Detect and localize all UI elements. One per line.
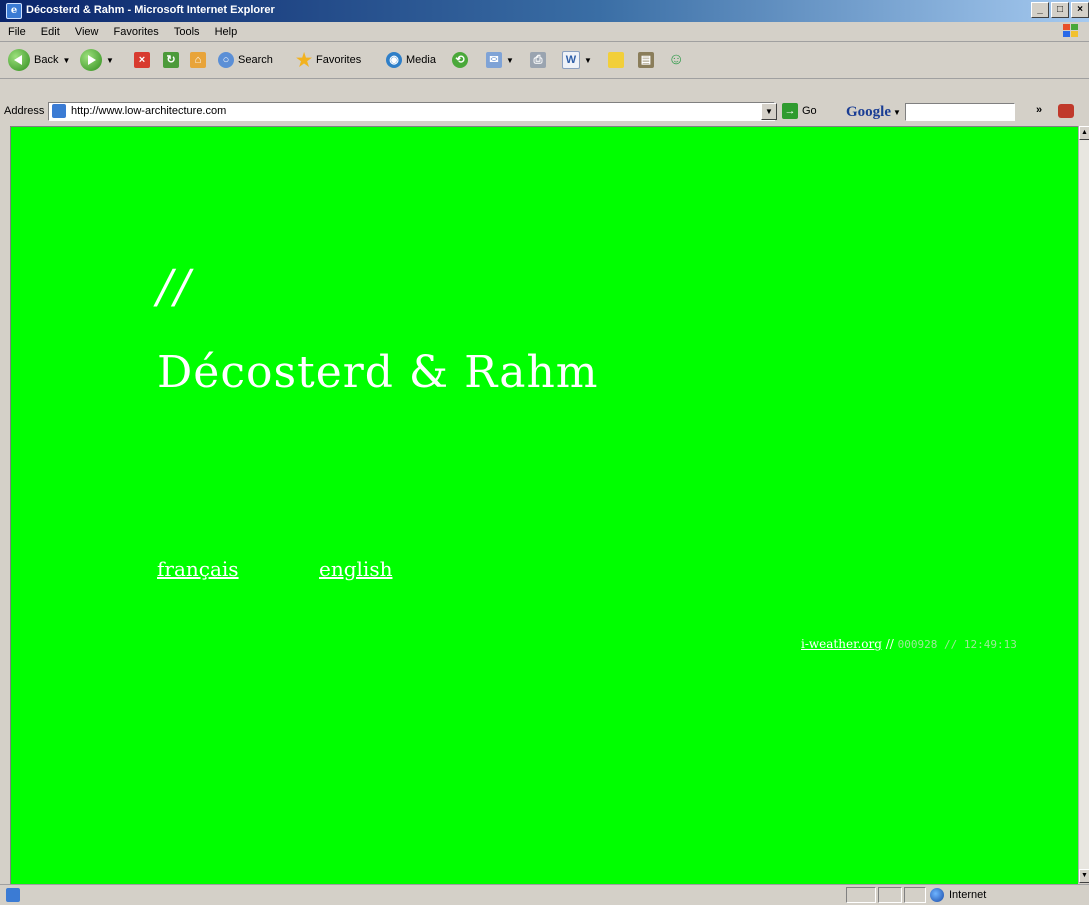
back-icon xyxy=(8,49,30,71)
mail-button[interactable]: ✉ ▼ xyxy=(486,47,514,73)
vertical-scrollbar[interactable]: ▲ ▼ xyxy=(1078,126,1089,883)
print-icon: ⎙ xyxy=(530,52,546,68)
address-label: Address xyxy=(4,105,45,117)
maximize-button[interactable]: □ xyxy=(1051,2,1069,18)
favorites-button[interactable]: ★ Favorites xyxy=(296,47,361,73)
media-label: Media xyxy=(406,54,436,66)
weather-separator: // xyxy=(881,637,898,651)
messenger-icon: ☺ xyxy=(668,51,685,68)
search-icon: ○ xyxy=(218,52,234,68)
link-i-weather[interactable]: i-weather.org xyxy=(801,637,882,651)
status-cell xyxy=(846,887,876,903)
status-page-icon xyxy=(6,888,20,902)
mail-icon: ✉ xyxy=(486,52,502,68)
research-icon: ▤ xyxy=(638,52,654,68)
address-input[interactable]: http://www.low-architecture.com xyxy=(48,102,775,121)
menu-file[interactable]: File xyxy=(2,23,32,38)
address-dropdown[interactable]: ▼ xyxy=(761,103,777,120)
back-button[interactable]: Back ▼ xyxy=(8,47,70,73)
google-logo[interactable]: Google xyxy=(846,104,891,121)
scroll-down-button[interactable]: ▼ xyxy=(1079,869,1089,883)
history-button[interactable]: ⟲ xyxy=(452,47,468,73)
window-title: Décosterd & Rahm - Microsoft Internet Ex… xyxy=(26,4,275,16)
security-zone: Internet xyxy=(930,888,986,902)
media-icon: ◉ xyxy=(386,52,402,68)
address-bar: Address http://www.low-architecture.com … xyxy=(0,101,1089,123)
menu-favorites[interactable]: Favorites xyxy=(108,23,165,38)
edit-button[interactable]: W ▼ xyxy=(562,47,592,73)
weather-code: 000928 // 12:49:13 xyxy=(897,638,1017,651)
status-cell xyxy=(904,887,926,903)
forward-icon xyxy=(80,49,102,71)
weather-line: i-weather.org // 000928 // 12:49:13 xyxy=(801,637,1017,651)
google-toolbar: Google ▼ xyxy=(846,103,1015,121)
page-icon xyxy=(52,104,66,118)
chevron-down-icon[interactable]: ▼ xyxy=(584,56,592,65)
favorites-label: Favorites xyxy=(316,54,362,66)
zone-label: Internet xyxy=(949,889,987,901)
research-button[interactable]: ▤ xyxy=(638,47,654,73)
page-brand-title: Décosterd & Rahm xyxy=(157,347,599,398)
edit-icon: W xyxy=(562,51,580,69)
menu-bar: File Edit View Favorites Tools Help xyxy=(0,22,1089,42)
windows-logo-icon xyxy=(1061,23,1081,39)
stop-button[interactable]: × xyxy=(134,47,150,73)
forward-button[interactable]: ▼ xyxy=(80,47,114,73)
globe-icon xyxy=(930,888,944,902)
go-label: Go xyxy=(802,105,817,117)
link-english[interactable]: english xyxy=(319,557,392,581)
minimize-button[interactable]: _ xyxy=(1031,2,1049,18)
search-label: Search xyxy=(238,54,273,66)
google-search-input[interactable] xyxy=(904,103,1015,121)
stop-icon: × xyxy=(134,52,150,68)
status-cell xyxy=(878,887,902,903)
messenger-button[interactable]: ☺ xyxy=(668,47,684,73)
home-icon: ⌂ xyxy=(190,52,206,68)
toolbar-extra-icon[interactable] xyxy=(1058,104,1074,118)
refresh-icon: ↻ xyxy=(163,52,179,68)
link-francais[interactable]: français xyxy=(157,557,239,581)
chevron-down-icon[interactable]: ▼ xyxy=(506,56,514,65)
go-button[interactable]: → Go xyxy=(782,103,817,119)
close-button[interactable]: × xyxy=(1071,2,1089,18)
back-label: Back xyxy=(34,54,59,66)
page-background xyxy=(11,127,1078,884)
title-bar: e Décosterd & Rahm - Microsoft Internet … xyxy=(0,0,1089,22)
chevron-down-icon[interactable]: ▼ xyxy=(106,56,114,65)
folder-button[interactable] xyxy=(608,47,624,73)
folder-icon xyxy=(608,52,624,68)
favorites-icon: ★ xyxy=(296,50,313,70)
page-slashes: // xyxy=(157,259,192,313)
history-icon: ⟲ xyxy=(452,52,468,68)
media-button[interactable]: ◉ Media xyxy=(386,47,436,73)
search-button[interactable]: ○ Search xyxy=(218,47,273,73)
menu-tools[interactable]: Tools xyxy=(168,23,206,38)
ie-app-icon[interactable]: e xyxy=(6,3,22,19)
print-button[interactable]: ⎙ xyxy=(530,47,546,73)
chevron-down-icon[interactable]: ▼ xyxy=(62,56,70,65)
chevron-down-icon[interactable]: ▼ xyxy=(893,108,901,117)
refresh-button[interactable]: ↻ xyxy=(163,47,179,73)
menu-help[interactable]: Help xyxy=(209,23,244,38)
status-bar: Internet xyxy=(0,884,1089,905)
home-button[interactable]: ⌂ xyxy=(190,47,206,73)
menu-edit[interactable]: Edit xyxy=(35,23,66,38)
scroll-up-button[interactable]: ▲ xyxy=(1079,126,1089,140)
toolbar-overflow-icon[interactable]: » xyxy=(1036,104,1042,116)
go-arrow-icon: → xyxy=(782,103,798,119)
menu-view[interactable]: View xyxy=(69,23,105,38)
address-url[interactable]: http://www.low-architecture.com xyxy=(71,105,226,117)
standard-toolbar: Back ▼ ▼ × ↻ ⌂ ○ Search ★ Favorites ◉ Me… xyxy=(0,42,1089,79)
window-controls: _ □ × xyxy=(1029,2,1089,20)
page-content: // Décosterd & Rahm français english i-w… xyxy=(10,126,1078,884)
